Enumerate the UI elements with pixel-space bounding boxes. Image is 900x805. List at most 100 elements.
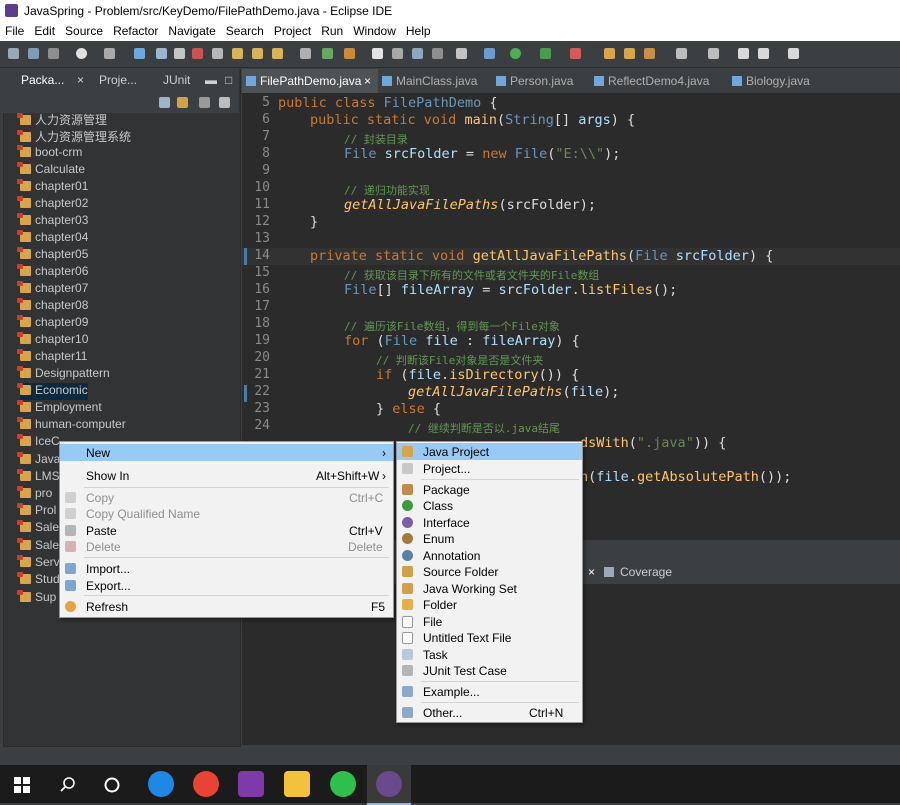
tree-item[interactable]: chapter01 <box>17 179 88 196</box>
drop-to-frame-icon[interactable] <box>300 48 311 59</box>
taskbar-active-app[interactable] <box>367 765 411 805</box>
tree-item[interactable]: Stud <box>17 572 60 589</box>
settings-icon[interactable] <box>76 48 87 59</box>
new-java-project-icon[interactable] <box>604 48 615 59</box>
search-icon[interactable] <box>59 776 77 794</box>
view-menu-icon[interactable] <box>219 97 230 108</box>
tab-mainclass[interactable]: MainClass.java <box>396 74 477 88</box>
toggle-mark-icon[interactable] <box>412 48 423 59</box>
tab-biology[interactable]: Biology.java <box>746 74 810 88</box>
tree-item[interactable]: IceC <box>17 434 60 451</box>
link-editor-icon[interactable] <box>177 97 188 108</box>
debug-icon[interactable] <box>344 48 355 59</box>
minimize-icon[interactable]: ▬ <box>205 73 217 87</box>
tree-item[interactable]: chapter09 <box>17 315 88 332</box>
tree-item[interactable]: human-computer <box>17 417 126 434</box>
tree-item[interactable]: chapter11 <box>17 349 87 366</box>
tab-filepathdemo[interactable]: FilePathDemo.java <box>260 74 361 88</box>
menu-window[interactable]: Window <box>348 22 401 38</box>
run-last-icon[interactable] <box>484 48 495 59</box>
menu-item-copy-qualified-name[interactable]: Copy Qualified Name <box>60 505 393 522</box>
maximize-icon[interactable]: □ <box>225 73 232 87</box>
menu-item-show-in[interactable]: Show In Alt+Shift+W › <box>60 467 393 484</box>
chrome-icon[interactable] <box>193 771 219 797</box>
tree-item[interactable]: Calculate <box>17 162 85 179</box>
edge-icon[interactable] <box>148 771 174 797</box>
tree-item[interactable]: Sale <box>17 538 59 555</box>
menu-search[interactable]: Search <box>221 22 269 38</box>
tree-item[interactable]: chapter04 <box>17 230 88 247</box>
tree-item[interactable]: Employment <box>17 400 102 417</box>
menu-item-import[interactable]: Import... <box>60 560 393 577</box>
tree-item[interactable]: LMS <box>17 469 60 486</box>
tree-item[interactable]: chapter02 <box>17 196 88 213</box>
block-selection-icon[interactable] <box>456 48 467 59</box>
tab-project-explorer[interactable]: Proje... <box>99 73 137 87</box>
submenu-item-java-project[interactable]: Java Project <box>397 443 582 460</box>
tab-coverage[interactable]: Coverage <box>620 565 672 579</box>
tree-item[interactable]: chapter06 <box>17 264 88 281</box>
terminate-icon[interactable] <box>192 48 203 59</box>
menu-item-new[interactable]: New › <box>60 444 393 461</box>
tree-item[interactable]: boot-crm <box>17 145 82 162</box>
file-explorer-icon[interactable] <box>284 771 310 797</box>
submenu-item-project[interactable]: Project... <box>397 460 582 477</box>
tree-item[interactable]: Prol <box>17 503 56 520</box>
step-into-icon[interactable] <box>232 48 243 59</box>
cortana-icon[interactable] <box>103 776 121 794</box>
submenu-item-other[interactable]: Other... Ctrl+N <box>397 704 582 721</box>
menu-navigate[interactable]: Navigate <box>163 22 220 38</box>
menu-item-copy[interactable]: Copy Ctrl+C <box>60 489 393 506</box>
menu-help[interactable]: Help <box>401 22 436 38</box>
pin-icon[interactable] <box>372 48 383 59</box>
tree-item[interactable]: chapter08 <box>17 298 88 315</box>
wechat-icon[interactable] <box>330 771 356 797</box>
menu-source[interactable]: Source <box>60 22 108 38</box>
submenu-item-task[interactable]: Task <box>397 646 582 663</box>
step-return-icon[interactable] <box>272 48 283 59</box>
menu-item-export[interactable]: Export... <box>60 577 393 594</box>
back-arrow-icon[interactable] <box>738 48 749 59</box>
tree-item[interactable]: Sale <box>17 520 59 537</box>
edit-icon[interactable] <box>392 48 403 59</box>
save-all-icon[interactable] <box>48 48 59 59</box>
coverage-icon[interactable] <box>322 48 333 59</box>
menu-edit[interactable]: Edit <box>29 22 60 38</box>
resume-icon[interactable] <box>156 48 167 59</box>
tree-item-selected[interactable]: Economic <box>17 383 88 400</box>
menu-refactor[interactable]: Refactor <box>108 22 163 38</box>
menu-item-paste[interactable]: Paste Ctrl+V <box>60 522 393 539</box>
tab-package-explorer[interactable]: Packa... <box>21 73 64 87</box>
menu-file[interactable]: File <box>0 22 29 38</box>
tree-item[interactable]: 人力资源管理 <box>17 111 107 128</box>
menu-item-refresh[interactable]: Refresh F5 <box>60 598 393 615</box>
close-tab-icon[interactable]: × <box>364 74 371 88</box>
tab-person[interactable]: Person.java <box>510 74 573 88</box>
disconnect-icon[interactable] <box>212 48 223 59</box>
annotation-nav-icon[interactable] <box>708 48 719 59</box>
show-whitespace-icon[interactable] <box>432 48 443 59</box>
onenote-icon[interactable] <box>238 771 264 797</box>
collapse-all-icon[interactable] <box>159 97 170 108</box>
close-icon[interactable]: × <box>588 565 595 579</box>
suspend-icon[interactable] <box>174 48 185 59</box>
save-icon[interactable] <box>28 48 39 59</box>
skip-breakpoints-icon[interactable] <box>104 48 115 59</box>
submenu-item-class[interactable]: Class <box>397 497 582 514</box>
submenu-item-untitled-text-file[interactable]: Untitled Text File <box>397 629 582 646</box>
run-icon[interactable] <box>510 48 521 59</box>
submenu-item-package[interactable]: Package <box>397 481 582 498</box>
filter-icon[interactable] <box>199 97 210 108</box>
external-tools-icon[interactable] <box>570 48 581 59</box>
submenu-item-source-folder[interactable]: Source Folder <box>397 563 582 580</box>
submenu-item-junit-test-case[interactable]: JUnit Test Case <box>397 662 582 679</box>
new-icon[interactable] <box>8 48 19 59</box>
windows-start-icon[interactable] <box>14 777 30 793</box>
submenu-item-interface[interactable]: Interface <box>397 514 582 531</box>
tree-item[interactable]: pro <box>17 486 52 503</box>
tree-item[interactable]: chapter05 <box>17 247 88 264</box>
run-as-icon[interactable] <box>540 48 551 59</box>
submenu-item-annotation[interactable]: Annotation <box>397 547 582 564</box>
forward-arrow-icon[interactable] <box>758 48 769 59</box>
menu-project[interactable]: Project <box>269 22 316 38</box>
